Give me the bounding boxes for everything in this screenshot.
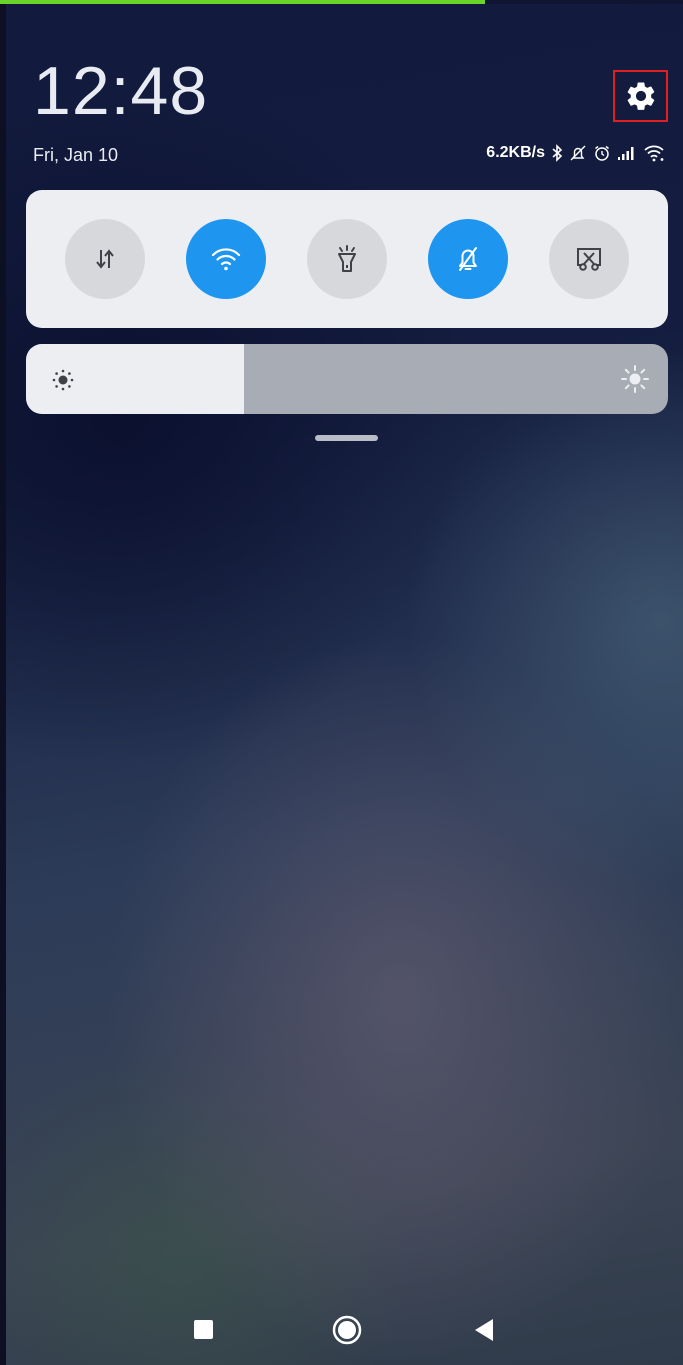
top-progress-fill — [0, 0, 485, 4]
alarm-clock-icon — [593, 144, 611, 162]
flashlight-toggle[interactable] — [306, 219, 387, 299]
top-progress-bar — [0, 0, 683, 4]
bluetooth-icon — [551, 144, 563, 162]
clock-date: Fri, Jan 10 — [33, 145, 119, 165]
wifi-icon — [211, 248, 240, 271]
brightness-high-icon — [620, 364, 650, 399]
screen-edge — [0, 0, 6, 1365]
wifi-icon — [643, 144, 665, 162]
status-bar: 6.2KB/s — [486, 144, 665, 162]
gear-icon — [627, 82, 654, 110]
screenshot-toggle[interactable] — [549, 219, 630, 299]
brightness-slider[interactable] — [26, 344, 668, 414]
clock-time: 12:48 — [33, 53, 209, 129]
silent-mode-toggle[interactable] — [428, 219, 509, 299]
alarm-off-icon — [569, 144, 587, 162]
wifi-toggle[interactable] — [185, 219, 266, 299]
scissors-screen-icon — [577, 248, 602, 271]
flashlight-icon — [337, 245, 356, 272]
network-speed: 6.2KB/s — [486, 144, 545, 161]
panel-drag-handle[interactable] — [315, 435, 378, 441]
signal-icon — [617, 145, 637, 161]
recent-apps-icon[interactable] — [194, 1320, 213, 1339]
data-arrows-icon — [95, 249, 114, 269]
mobile-data-toggle[interactable] — [64, 219, 145, 299]
navigation-bar — [0, 1300, 683, 1360]
quick-settings-panel — [26, 190, 668, 328]
back-icon[interactable] — [473, 1317, 495, 1343]
settings-button[interactable] — [613, 70, 668, 122]
brightness-low-icon — [50, 367, 76, 398]
bell-off-icon — [459, 247, 478, 271]
home-icon[interactable] — [331, 1314, 363, 1346]
